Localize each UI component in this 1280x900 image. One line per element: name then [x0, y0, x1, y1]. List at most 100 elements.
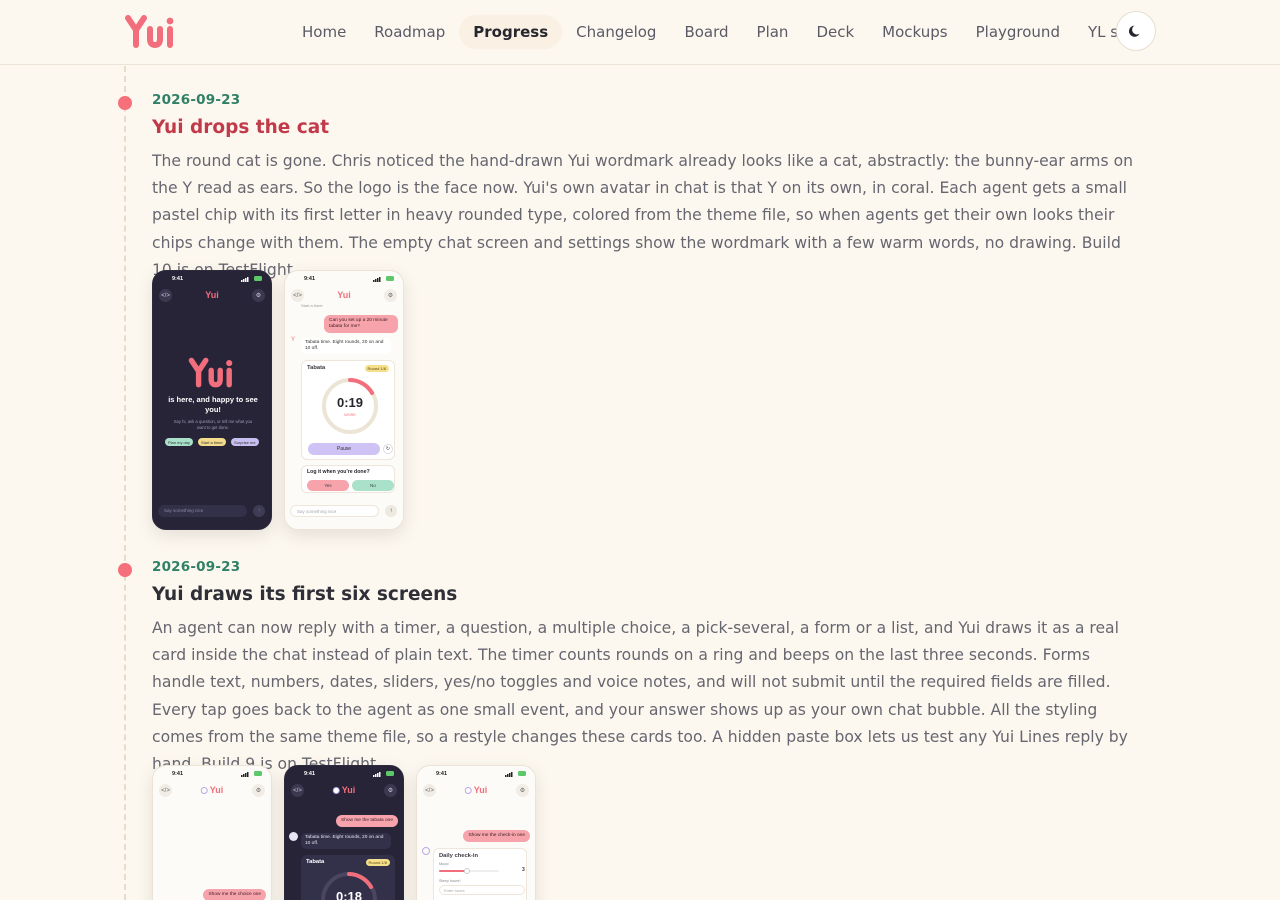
- message-input[interactable]: Say something nice: [290, 505, 379, 517]
- question-text: Log it when you're done?: [307, 469, 370, 475]
- field-label-mood: Mood: [439, 862, 449, 866]
- yes-button[interactable]: Yes: [307, 480, 349, 491]
- entry-title[interactable]: Yui drops the cat: [152, 117, 329, 138]
- nav-plan[interactable]: Plan: [743, 15, 803, 49]
- wordmark: Yui: [464, 785, 488, 795]
- entry-body: The round cat is gone. Chris noticed the…: [152, 152, 1133, 279]
- timer-value: 0:19: [336, 395, 364, 410]
- code-icon[interactable]: </>: [423, 784, 436, 797]
- pause-button[interactable]: Pause: [308, 443, 380, 455]
- agent-avatar-icon: [464, 787, 472, 794]
- suggestion-chip[interactable]: Surprise me: [231, 438, 259, 446]
- agent-avatar-icon: [200, 787, 208, 794]
- empty-headline: is here, and happy to see you!: [168, 395, 258, 414]
- battery-icon: [386, 771, 394, 776]
- agent-avatar-icon: [422, 847, 430, 855]
- app-header: </> Yui ⚙: [285, 782, 403, 800]
- status-time: 9:41: [436, 771, 448, 777]
- battery-icon: [254, 276, 262, 281]
- status-time: 9:41: [172, 276, 184, 282]
- nav-board[interactable]: Board: [670, 15, 742, 49]
- message-input[interactable]: Say something nice: [158, 505, 247, 517]
- gear-icon[interactable]: ⚙: [384, 784, 397, 797]
- wordmark: Yui: [200, 785, 224, 795]
- mood-slider-fill: [439, 870, 467, 872]
- nav-roadmap[interactable]: Roadmap: [360, 15, 459, 49]
- code-icon[interactable]: </>: [291, 289, 304, 302]
- round-badge: Round 1/8: [365, 859, 390, 866]
- battery-icon: [518, 771, 526, 776]
- app-header: </> Yui ⚙: [153, 287, 271, 305]
- status-time: 9:41: [172, 771, 184, 777]
- timeline-line: [124, 66, 126, 900]
- theme-toggle-button[interactable]: [1116, 11, 1156, 51]
- phone-screenshot-timer[interactable]: 9:41 </> Yui ⚙ Start a timer Can you set…: [284, 270, 404, 530]
- phone-screenshot-form[interactable]: 9:41 </> Yui ⚙ Show me the check-in one …: [416, 765, 536, 900]
- mood-slider[interactable]: [439, 868, 499, 874]
- mood-value: 3: [522, 867, 525, 873]
- nav-mockups[interactable]: Mockups: [868, 15, 961, 49]
- question-card: Log it when you're done? Yes No: [301, 465, 395, 493]
- empty-subtext: Say hi, ask a question, or tell me what …: [173, 419, 253, 430]
- timer-value: 0:18: [335, 889, 363, 900]
- form-card: Daily check-in Mood 3 Sleep hours* Enter…: [433, 848, 527, 900]
- timer-card: Tabata Round 1/8 0:19 WORK Pause ↻: [301, 360, 395, 460]
- no-button[interactable]: No: [352, 480, 394, 491]
- suggestion-chip[interactable]: Start a timer: [198, 438, 226, 446]
- mood-slider-thumb[interactable]: [464, 868, 470, 874]
- screenshot-row: 9:41 </> Yui ⚙ Show me the choice one 9:…: [152, 765, 536, 900]
- wordmark: Yui: [205, 290, 219, 300]
- agent-avatar-icon: [289, 832, 298, 841]
- gear-icon[interactable]: ⚙: [384, 289, 397, 302]
- card-title: Tabata: [307, 365, 326, 371]
- phone-screenshot-choice[interactable]: 9:41 </> Yui ⚙ Show me the choice one: [152, 765, 272, 900]
- entry-title[interactable]: Yui draws its first six screens: [152, 584, 457, 605]
- wordmark-text: Yui: [341, 785, 356, 795]
- user-message-bubble: Show me the choice one: [203, 889, 266, 900]
- phone-screenshot-empty-chat[interactable]: 9:41 </> Yui ⚙ is here, and happy to see…: [152, 270, 272, 530]
- screenshot-row: 9:41 </> Yui ⚙ is here, and happy to see…: [152, 270, 404, 530]
- nav-progress[interactable]: Progress: [459, 15, 563, 49]
- timeline-dot: [118, 96, 132, 110]
- prior-message: Start a timer: [301, 303, 323, 308]
- gear-icon[interactable]: ⚙: [516, 784, 529, 797]
- card-title: Tabata: [306, 859, 325, 865]
- nav-playground[interactable]: Playground: [962, 15, 1074, 49]
- app-header: </> Yui ⚙: [417, 782, 535, 800]
- round-badge: Round 1/8: [364, 365, 389, 372]
- phone-screenshot-timer-dark[interactable]: 9:41 </> Yui ⚙ Show me the tabata one Ta…: [284, 765, 404, 900]
- nav-changelog[interactable]: Changelog: [562, 15, 670, 49]
- status-time: 9:41: [304, 771, 316, 777]
- entry-date: 2026-09-23: [152, 559, 241, 575]
- wordmark-text: Yui: [209, 785, 224, 795]
- agent-message-bubble: Tabata time. Eight rounds, 20 on and 10 …: [301, 833, 391, 849]
- entry-date: 2026-09-23: [152, 92, 241, 108]
- timeline-dot: [118, 563, 132, 577]
- code-icon[interactable]: </>: [159, 784, 172, 797]
- user-message-bubble: Can you set up a 20 minute tabata for me…: [324, 315, 398, 333]
- send-icon[interactable]: ↑: [385, 505, 397, 517]
- nav-home[interactable]: Home: [288, 15, 360, 49]
- top-navigation-bar: Home Roadmap Progress Changelog Board Pl…: [0, 0, 1280, 65]
- timer-phase: WORK: [344, 413, 356, 417]
- sleep-hours-input[interactable]: Enter hours: [439, 885, 525, 895]
- wordmark-text: Yui: [473, 785, 488, 795]
- main-nav: Home Roadmap Progress Changelog Board Pl…: [288, 14, 1159, 50]
- code-icon[interactable]: </>: [291, 784, 304, 797]
- suggestion-chip[interactable]: Plan my day: [165, 438, 194, 446]
- nav-deck[interactable]: Deck: [802, 15, 868, 49]
- reset-icon[interactable]: ↻: [383, 444, 393, 454]
- entry-body: An agent can now reply with a timer, a q…: [152, 619, 1128, 774]
- field-label-sleep: Sleep hours*: [439, 879, 461, 883]
- gear-icon[interactable]: ⚙: [252, 784, 265, 797]
- gear-icon[interactable]: ⚙: [252, 289, 265, 302]
- status-bar: 9:41: [153, 275, 271, 285]
- agent-message-bubble: Tabata time. Eight rounds, 20 on and 10 …: [301, 338, 391, 354]
- battery-icon: [254, 771, 262, 776]
- send-icon[interactable]: ↑: [253, 505, 265, 517]
- yui-logo[interactable]: [124, 12, 180, 52]
- code-icon[interactable]: </>: [159, 289, 172, 302]
- wordmark: Yui: [332, 785, 356, 795]
- status-bar: 9:41: [153, 770, 271, 780]
- user-message-bubble: Show me the check-in one: [463, 830, 530, 842]
